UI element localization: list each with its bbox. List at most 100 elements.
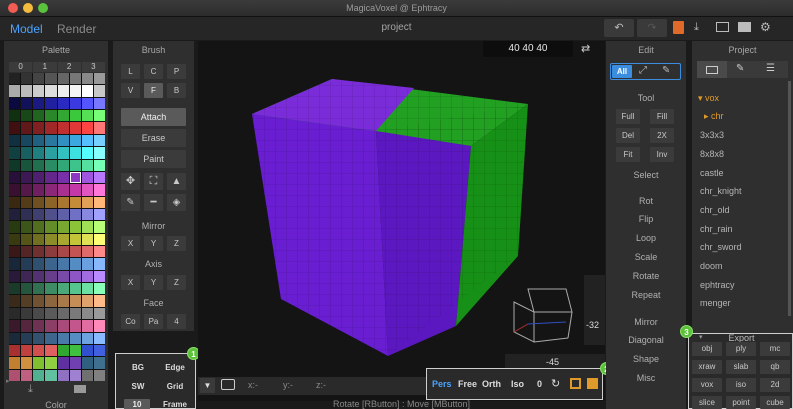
export-obj-button[interactable]: obj [692,342,722,356]
export-cube-button[interactable]: cube [760,396,790,409]
palette-swatch[interactable] [21,159,33,171]
mirror-z-button[interactable]: Z [167,236,186,251]
palette-open-icon[interactable] [74,385,86,393]
palette-swatch[interactable] [45,258,57,270]
palette-swatch[interactable] [93,134,105,147]
palette-swatch[interactable] [81,320,93,332]
palette-swatch[interactable] [33,283,45,295]
camera-value[interactable]: 0 [537,379,542,389]
cube-view-icon[interactable] [587,378,598,389]
palette-swatch[interactable] [81,147,93,159]
palette-swatch[interactable] [81,246,93,258]
file-item[interactable]: 8x8x8 [700,149,724,159]
brush-mode-f[interactable]: F [144,83,163,98]
palette-swatch[interactable] [81,233,93,246]
palette-swatch[interactable] [45,171,57,184]
palette-swatch[interactable] [33,295,45,307]
edge-toggle[interactable]: Edge [156,361,194,375]
palette-swatch[interactable] [81,208,93,221]
palette-swatch[interactable] [21,184,33,196]
palette-swatch[interactable] [69,159,81,171]
palette-page-0[interactable]: 0 [9,62,33,72]
axis-x-button[interactable]: X [121,275,140,290]
file-item[interactable]: chr_old [700,205,730,215]
palette-swatch[interactable] [33,233,45,246]
erase-button[interactable]: Erase [121,129,186,147]
palette-swatch[interactable] [9,307,21,320]
brush-mode-c[interactable]: C [144,64,163,79]
palette-swatch[interactable] [9,246,21,258]
swap-icon[interactable]: ⇄ [581,42,590,55]
palette-swatch[interactable] [57,233,69,246]
palette-swatch[interactable] [81,221,93,233]
palette-swatch[interactable] [81,85,93,97]
palette-swatch[interactable] [9,369,21,381]
project-scrollbar[interactable] [788,81,791,316]
attach-button[interactable]: Attach [121,108,186,126]
palette-swatch[interactable] [57,369,69,381]
palette-swatch[interactable] [21,171,33,184]
model-size-field[interactable]: 40 40 40 [483,41,573,57]
file-item[interactable]: doom [700,261,723,271]
palette-swatch[interactable] [33,134,45,147]
palette-swatch[interactable] [69,233,81,246]
brush-icon[interactable]: ━ [144,194,163,211]
palette-swatch[interactable] [69,97,81,110]
palette-swatch[interactable] [9,270,21,283]
palette-swatch[interactable] [81,171,93,184]
op-flip[interactable]: Flip [606,214,686,224]
palette-swatch[interactable] [69,295,81,307]
palette-swatch[interactable] [9,85,21,97]
select-label[interactable]: Select [606,170,686,180]
palette-swatch[interactable] [57,122,69,134]
palette-swatch[interactable] [45,270,57,283]
palette-swatch[interactable] [21,320,33,332]
palette-swatch[interactable] [33,208,45,221]
palette-swatch[interactable] [69,332,81,344]
tool-inv-button[interactable]: Inv [650,147,674,162]
palette-swatch[interactable] [45,344,57,357]
palette-swatch[interactable] [57,283,69,295]
palette-swatch[interactable] [81,357,93,369]
palette-swatch[interactable] [33,270,45,283]
palette-swatch[interactable] [69,196,81,208]
palette-swatch[interactable] [57,97,69,110]
palette-swatch[interactable] [45,307,57,320]
export-2d-button[interactable]: 2d [760,378,790,392]
tool-full-button[interactable]: Full [616,109,640,124]
palette-swatch[interactable] [81,258,93,270]
open-folder-icon[interactable] [716,22,729,32]
palette-swatch[interactable] [69,246,81,258]
export-qb-button[interactable]: qb [760,360,790,374]
tree-item-chr[interactable]: ▸ chr [704,111,724,122]
palette-swatch[interactable] [57,85,69,97]
tool-fit-button[interactable]: Fit [616,147,640,162]
palette-swatch[interactable] [45,110,57,122]
palette-swatch[interactable] [57,171,69,184]
palette-swatch[interactable] [93,147,105,159]
grid-toggle[interactable]: Grid [156,380,194,394]
palette-swatch[interactable] [57,208,69,221]
palette-swatch[interactable] [69,320,81,332]
palette-swatch[interactable] [21,122,33,134]
palette-swatch[interactable] [45,332,57,344]
palette-swatch[interactable] [33,110,45,122]
palette-swatch[interactable] [81,159,93,171]
palette-page-3[interactable]: 3 [81,62,105,72]
palette-swatch[interactable] [9,295,21,307]
file-item[interactable]: castle [700,168,724,178]
export-icon[interactable]: ⤓ [694,21,699,34]
palette-swatch[interactable] [33,307,45,320]
palette-swatch[interactable] [21,134,33,147]
palette-swatch[interactable] [33,73,45,85]
palette-swatch[interactable] [33,171,45,184]
palette-swatch[interactable] [33,85,45,97]
palette-page-2[interactable]: 2 [57,62,81,72]
palette-swatch[interactable] [45,295,57,307]
palette-swatch[interactable] [21,147,33,159]
palette-swatch[interactable] [81,344,93,357]
palette-swatch[interactable] [45,184,57,196]
fill-icon[interactable]: ▲ [167,173,186,190]
frame-toggle[interactable]: Frame [156,399,194,409]
export-iso-button[interactable]: iso [726,378,756,392]
